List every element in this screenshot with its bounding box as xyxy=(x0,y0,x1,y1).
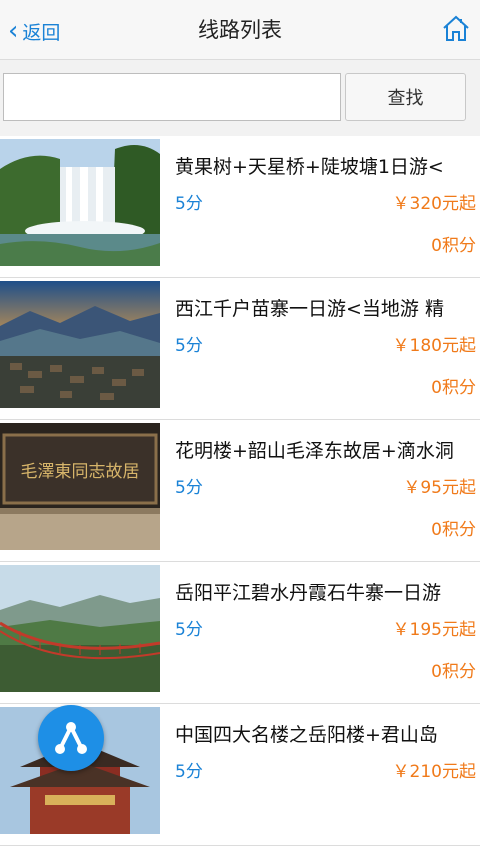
route-score: 5分 xyxy=(175,336,203,356)
list-item[interactable]: 毛澤東同志故居 花明楼+韶山毛泽东故居+滴水洞 5分 ￥95元起 0积分 xyxy=(0,420,480,562)
route-score: 5分 xyxy=(175,620,203,640)
top-bar: ‹ 返回 线路列表 xyxy=(0,0,480,60)
route-score: 5分 xyxy=(175,762,203,782)
route-thumbnail xyxy=(0,281,160,408)
home-icon[interactable] xyxy=(442,14,470,42)
search-input[interactable] xyxy=(3,73,341,121)
route-name: 黄果树+天星桥+陡坡塘1日游< xyxy=(175,156,444,178)
list-item[interactable]: 岳阳平江碧水丹霞石牛寨一日游 5分 ￥195元起 0积分 xyxy=(0,562,480,704)
route-price: ￥210元起 xyxy=(392,762,476,782)
route-points: 0积分 xyxy=(431,236,476,256)
search-row: 查找 xyxy=(0,60,480,132)
route-name: 中国四大名楼之岳阳楼+君山岛 xyxy=(175,724,438,746)
route-name: 西江千户苗寨一日游<当地游 精 xyxy=(175,298,444,320)
route-thumbnail xyxy=(0,139,160,266)
route-name: 岳阳平江碧水丹霞石牛寨一日游 xyxy=(175,582,442,604)
route-thumbnail xyxy=(0,565,160,692)
list-item[interactable]: 黄果树+天星桥+陡坡塘1日游< 5分 ￥320元起 0积分 xyxy=(0,136,480,278)
route-points: 0积分 xyxy=(431,662,476,682)
route-score: 5分 xyxy=(175,478,203,498)
route-price: ￥320元起 xyxy=(392,194,476,214)
route-points: 0积分 xyxy=(431,378,476,398)
inscription-text: 毛澤東同志故居 xyxy=(21,462,140,482)
route-score: 5分 xyxy=(175,194,203,214)
share-button[interactable] xyxy=(38,705,104,771)
route-thumbnail: 毛澤東同志故居 xyxy=(0,423,160,550)
route-price: ￥95元起 xyxy=(403,478,476,498)
page-title: 线路列表 xyxy=(198,18,282,42)
search-button[interactable]: 查找 xyxy=(345,73,466,121)
route-points: 0积分 xyxy=(431,520,476,540)
share-icon xyxy=(55,722,87,754)
route-price: ￥180元起 xyxy=(392,336,476,356)
list-item[interactable]: 西江千户苗寨一日游<当地游 精 5分 ￥180元起 0积分 xyxy=(0,278,480,420)
route-price: ￥195元起 xyxy=(392,620,476,640)
route-name: 花明楼+韶山毛泽东故居+滴水洞 xyxy=(175,440,454,462)
